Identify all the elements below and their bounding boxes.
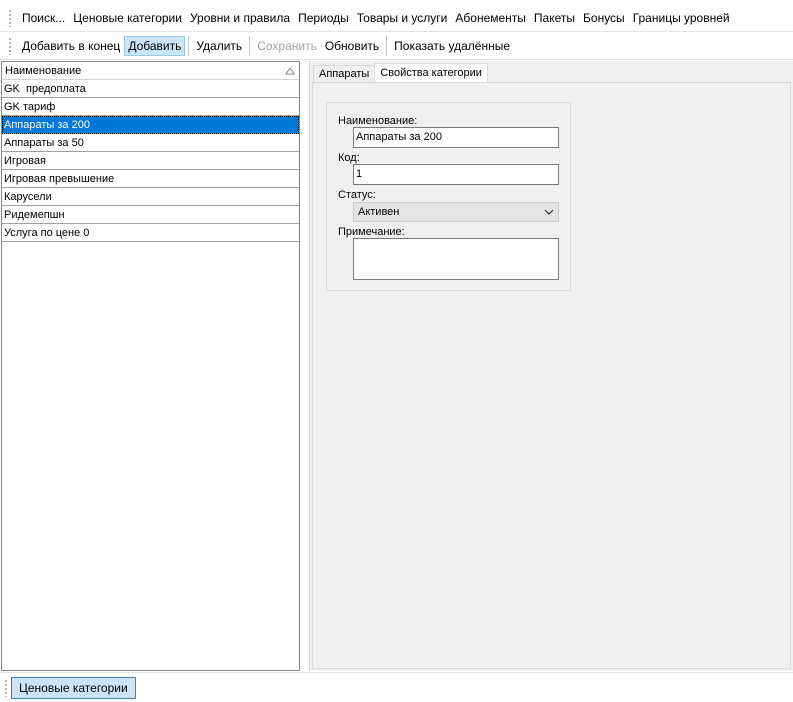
toolbar-separator: [386, 35, 388, 56]
list-item[interactable]: Игровая превышение: [2, 170, 299, 188]
save-button[interactable]: Сохранить: [253, 36, 321, 56]
divider: [0, 59, 793, 60]
menu-level-limits[interactable]: Границы уровней: [629, 8, 734, 28]
add-button[interactable]: Добавить: [124, 35, 186, 56]
tab-devices[interactable]: Аппараты: [313, 65, 376, 83]
refresh-button[interactable]: Обновить: [321, 36, 383, 56]
bottom-bar: Ценовые категории: [0, 672, 793, 702]
code-field[interactable]: 1: [353, 164, 559, 185]
list-item[interactable]: Игровая: [2, 152, 299, 170]
tab-strip: Аппараты Свойства категории: [313, 63, 488, 83]
status-value: Активен: [358, 206, 400, 218]
list-item[interactable]: GK тариф: [2, 98, 299, 116]
price-categories-window-button[interactable]: Ценовые категории: [11, 677, 136, 699]
pane-splitter[interactable]: [302, 61, 308, 671]
toolbar-separator: [188, 35, 190, 56]
delete-button[interactable]: Удалить: [192, 36, 246, 56]
status-select[interactable]: Активен: [353, 202, 559, 222]
chevron-down-icon: [544, 209, 554, 215]
list-item[interactable]: Услуга по цене 0: [2, 224, 299, 242]
toolbar-grip[interactable]: [8, 36, 12, 55]
detail-pane: Аппараты Свойства категории Наименование…: [309, 61, 793, 671]
menu-price-categories[interactable]: Ценовые категории: [69, 8, 186, 28]
toolbar-grip[interactable]: [4, 679, 8, 697]
menu-goods-services[interactable]: Товары и услуги: [353, 8, 452, 28]
list-header-name[interactable]: Наименование: [2, 62, 299, 80]
status-label: Статус:: [338, 189, 376, 201]
sort-ascending-icon: [285, 66, 295, 74]
note-field[interactable]: [353, 238, 559, 280]
list-item[interactable]: GK предоплата: [2, 80, 299, 98]
code-label: Код:: [338, 152, 360, 164]
toolbar-separator: [249, 35, 251, 56]
add-to-end-button[interactable]: Добавить в конец: [18, 36, 124, 56]
list-item-selected[interactable]: Аппараты за 200: [2, 116, 299, 134]
tab-category-properties[interactable]: Свойства категории: [374, 63, 488, 83]
list-item[interactable]: Ридемепшн: [2, 206, 299, 224]
list-header-label: Наименование: [5, 64, 82, 77]
menu-toolbar: Поиск... Ценовые категории Уровни и прав…: [0, 4, 793, 32]
menu-bonuses[interactable]: Бонусы: [579, 8, 629, 28]
list-item[interactable]: Аппараты за 50: [2, 134, 299, 152]
action-toolbar: Добавить в конец Добавить Удалить Сохран…: [0, 33, 793, 58]
tab-content: Наименование: Аппараты за 200 Код: 1 Ста…: [312, 82, 791, 669]
name-field[interactable]: Аппараты за 200: [353, 127, 559, 148]
menu-periods[interactable]: Периоды: [294, 8, 353, 28]
divider: [0, 31, 793, 32]
name-label: Наименование:: [338, 115, 418, 127]
note-label: Примечание:: [338, 226, 405, 238]
category-list[interactable]: Наименование GK предоплата GK тариф Аппа…: [1, 61, 300, 671]
category-form: Наименование: Аппараты за 200 Код: 1 Ста…: [326, 102, 571, 291]
list-item[interactable]: Карусели: [2, 188, 299, 206]
toolbar-grip[interactable]: [8, 9, 12, 27]
show-deleted-button[interactable]: Показать удалённые: [390, 36, 514, 56]
menu-search[interactable]: Поиск...: [18, 8, 69, 28]
menu-levels-rules[interactable]: Уровни и правила: [186, 8, 294, 28]
menu-subscriptions[interactable]: Абонементы: [451, 8, 530, 28]
menu-packages[interactable]: Пакеты: [530, 8, 579, 28]
